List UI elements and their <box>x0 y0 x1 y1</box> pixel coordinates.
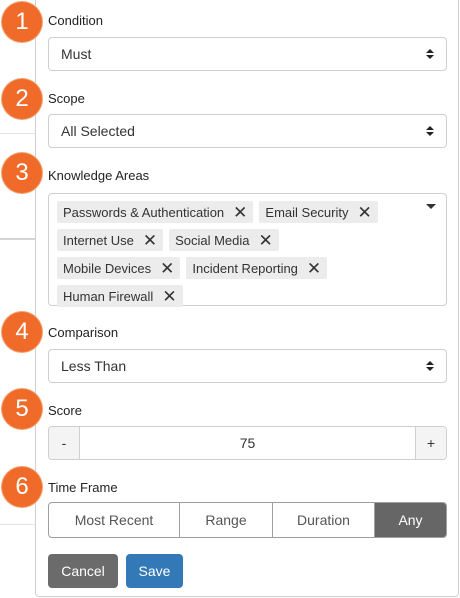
tag-label: Incident Reporting <box>192 260 298 276</box>
background-divider <box>0 524 36 525</box>
select-arrows-icon <box>426 49 434 59</box>
increment-button[interactable]: + <box>415 427 446 459</box>
background-divider <box>0 133 36 134</box>
step-badge-3: 3 <box>2 153 42 193</box>
tag-incident-reporting: Incident Reporting ✕ <box>186 257 328 279</box>
select-arrows-icon <box>426 361 434 371</box>
select-arrows-icon <box>426 126 434 136</box>
save-button[interactable]: Save <box>126 554 183 588</box>
knowledge-areas-multiselect[interactable]: Passwords & Authentication ✕ Email Securi… <box>48 193 447 307</box>
remove-tag-icon[interactable]: ✕ <box>233 204 247 221</box>
remove-tag-icon[interactable]: ✕ <box>307 260 321 277</box>
knowledge-areas-label: Knowledge Areas <box>48 168 150 183</box>
step-badge-1: 1 <box>2 2 42 42</box>
tag-human-firewall: Human Firewall ✕ <box>57 285 183 307</box>
background-divider <box>0 238 36 240</box>
time-frame-most-recent[interactable]: Most Recent <box>49 503 180 537</box>
scope-label: Scope <box>48 91 85 106</box>
tag-list: Passwords & Authentication ✕ Email Securi… <box>57 199 414 311</box>
condition-value: Must <box>61 46 92 62</box>
remove-tag-icon[interactable]: ✕ <box>143 232 157 249</box>
tag-label: Mobile Devices <box>63 260 152 276</box>
score-label: Score <box>48 403 82 418</box>
step-badge-6: 6 <box>2 467 42 507</box>
tag-email-security: Email Security ✕ <box>259 201 378 223</box>
tag-mobile-devices: Mobile Devices ✕ <box>57 257 181 279</box>
tag-label: Internet Use <box>63 232 134 248</box>
remove-tag-icon[interactable]: ✕ <box>357 204 371 221</box>
time-frame-label: Time Frame <box>48 480 118 495</box>
tag-social-media: Social Media ✕ <box>169 229 279 251</box>
time-frame-any[interactable]: Any <box>375 503 446 537</box>
time-frame-toggle: Most Recent Range Duration Any <box>48 502 447 538</box>
scope-value: All Selected <box>61 123 135 139</box>
decrement-button[interactable]: - <box>49 427 80 459</box>
cancel-button[interactable]: Cancel <box>48 554 118 588</box>
score-stepper: - 75 + <box>48 426 447 460</box>
comparison-select[interactable]: Less Than <box>48 349 447 383</box>
dropdown-caret-icon[interactable] <box>426 204 436 209</box>
scope-select[interactable]: All Selected <box>48 114 447 148</box>
remove-tag-icon[interactable]: ✕ <box>259 232 273 249</box>
step-badge-4: 4 <box>2 312 42 352</box>
comparison-label: Comparison <box>48 325 119 340</box>
step-badge-5: 5 <box>2 389 42 429</box>
tag-label: Passwords & Authentication <box>63 204 225 220</box>
score-input[interactable]: 75 <box>80 427 415 459</box>
tag-label: Social Media <box>175 232 250 248</box>
tag-label: Email Security <box>265 204 349 220</box>
time-frame-range[interactable]: Range <box>180 503 273 537</box>
remove-tag-icon[interactable]: ✕ <box>160 260 174 277</box>
comparison-value: Less Than <box>61 358 127 374</box>
remove-tag-icon[interactable]: ✕ <box>162 288 176 305</box>
tag-passwords-authentication: Passwords & Authentication ✕ <box>57 201 254 223</box>
tag-label: Human Firewall <box>63 288 154 304</box>
step-badge-2: 2 <box>2 79 42 119</box>
condition-select[interactable]: Must <box>48 37 447 71</box>
time-frame-duration[interactable]: Duration <box>273 503 375 537</box>
condition-label: Condition <box>48 13 103 28</box>
tag-internet-use: Internet Use ✕ <box>57 229 164 251</box>
